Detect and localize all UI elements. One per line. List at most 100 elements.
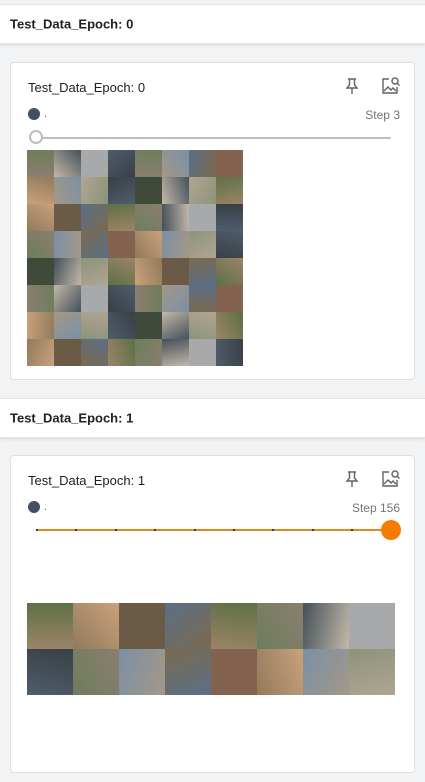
image-tile [189,150,216,177]
image-card-epoch-1: Test_Data_Epoch: 1 . Step 156 [10,455,415,773]
slider-tick [193,529,196,531]
pin-icon[interactable] [341,75,363,97]
image-tile [81,258,108,285]
image-tile [81,204,108,231]
image-tile [54,204,81,231]
image-tile [135,204,162,231]
slider-tick [272,529,275,531]
image-tile [135,177,162,204]
image-tile [211,649,257,695]
slider-tick [114,529,117,531]
image-tile [216,339,243,366]
image-tile [119,603,165,649]
step-label: Step 156 [351,501,400,515]
image-search-icon[interactable] [379,75,401,97]
image-tile [108,204,135,231]
slider-tick [154,529,157,531]
image-tile [27,649,73,695]
image-tile [162,150,189,177]
image-tile [162,177,189,204]
image-tile [73,649,119,695]
run-color-dot [28,108,40,120]
image-grid [27,603,395,695]
image-tile [162,204,189,231]
image-tile [27,231,54,258]
pin-icon[interactable] [341,468,363,490]
image-tile [27,258,54,285]
image-tile [108,177,135,204]
image-tile [135,339,162,366]
image-tile [54,177,81,204]
image-tile [54,339,81,366]
slider-tick [75,529,78,531]
slider-tick [311,529,314,531]
image-tile [216,312,243,339]
image-tile [349,649,395,695]
slider-tick [36,529,38,531]
step-slider-track[interactable] [36,529,393,531]
image-tile [189,177,216,204]
image-tile [162,231,189,258]
image-tile [257,603,303,649]
image-tile [73,603,119,649]
image-tile [257,649,303,695]
image-tile [54,312,81,339]
image-tile [54,258,81,285]
image-card-epoch-0: Test_Data_Epoch: 0 . Step 3 [10,62,415,380]
image-tile [303,603,349,649]
image-tile [216,231,243,258]
card-title: Test_Data_Epoch: 0 [28,80,146,95]
step-slider-thumb[interactable] [381,520,401,540]
image-tile [54,231,81,258]
image-tile [27,603,73,649]
section-header-epoch-1: Test_Data_Epoch: 1 [0,398,425,438]
image-tile [27,285,54,312]
step-slider-track[interactable] [36,137,391,139]
image-tile [189,258,216,285]
section-title: Test_Data_Epoch: 1 [10,410,134,426]
image-search-icon[interactable] [379,468,401,490]
image-grid [27,150,243,366]
run-name: . [44,108,48,120]
card-title: Test_Data_Epoch: 1 [28,473,146,488]
image-tile [165,603,211,649]
image-tile [81,177,108,204]
image-tile [189,312,216,339]
image-tile [27,204,54,231]
image-tile [189,204,216,231]
image-tile [81,285,108,312]
image-tile [54,285,81,312]
image-tile [27,150,54,177]
image-tile [108,150,135,177]
image-tile [135,312,162,339]
slider-tick [351,529,354,531]
image-tile [162,258,189,285]
run-color-dot [28,501,40,513]
image-tile [108,285,135,312]
image-tile [303,649,349,695]
image-tile [135,231,162,258]
image-tile [216,258,243,285]
slider-tick [233,529,235,531]
image-tile [108,231,135,258]
image-tile [216,150,243,177]
image-tile [108,258,135,285]
image-tile [165,649,211,695]
section-header-epoch-0: Test_Data_Epoch: 0 [0,4,425,44]
image-tile [135,285,162,312]
image-tile [162,285,189,312]
image-tile [27,177,54,204]
section-title: Test_Data_Epoch: 0 [10,16,134,32]
image-tile [162,339,189,366]
image-tile [135,150,162,177]
image-tile [189,339,216,366]
run-name: . [44,501,48,513]
image-tile [119,649,165,695]
image-tile [27,339,54,366]
image-tile [162,312,189,339]
image-tile [81,339,108,366]
step-slider-thumb[interactable] [29,130,43,144]
image-tile [108,312,135,339]
image-tile [54,150,81,177]
image-tile [81,312,108,339]
